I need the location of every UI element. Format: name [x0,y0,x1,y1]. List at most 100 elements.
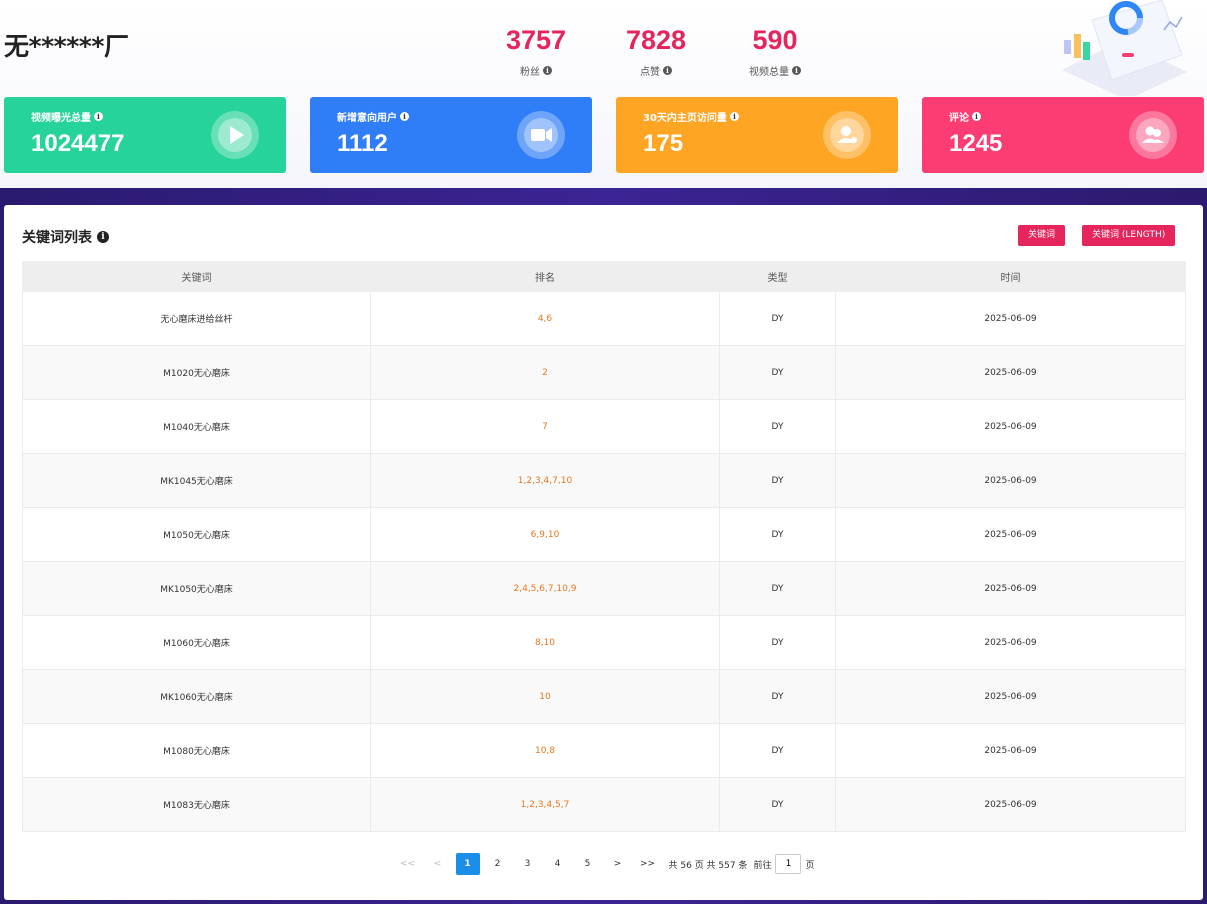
page-button-1[interactable]: 1 [455,853,480,875]
table-row[interactable]: M1040无心磨床 7 DY 2025-06-09 [22,399,1186,454]
card-value: 1024477 [31,130,125,157]
pagination: << < 1 2 3 4 5 > >> 共 56 页 共 557 条 前往 页 [4,853,1203,875]
cell-rank: 7 [370,399,720,454]
cell-keyword: M1083无心磨床 [22,777,371,832]
info-icon[interactable]: i [663,66,672,75]
column-header-type[interactable]: 类型 [719,261,836,292]
table-row[interactable]: MK1060无心磨床 10 DY 2025-06-09 [22,669,1186,724]
cell-keyword: M1040无心磨床 [22,399,371,454]
table-row[interactable]: M1020无心磨床 2 DY 2025-06-09 [22,345,1186,400]
page-button-2[interactable]: 2 [486,853,510,875]
cell-time: 2025-06-09 [835,615,1186,670]
card-label: 视频曝光总量 [31,113,91,124]
cell-time: 2025-06-09 [835,291,1186,346]
table-row[interactable]: M1060无心磨床 8,10 DY 2025-06-09 [22,615,1186,670]
page-button-5[interactable]: 5 [576,853,600,875]
cell-type: DY [719,777,836,832]
info-icon[interactable]: i [97,231,109,243]
page-button-4[interactable]: 4 [546,853,570,875]
panel-title-text: 关键词列表 [22,230,92,246]
cell-type: DY [719,507,836,562]
stat-videos: 590 视频总量 i [725,24,825,78]
cell-rank: 10 [370,669,720,724]
card-comments: 评论 i 1245 [922,97,1204,173]
card-label: 评论 [949,113,969,124]
stat-likes: 7828 点赞 i [606,24,706,78]
info-icon[interactable]: i [792,66,801,75]
user-icon [823,111,871,159]
cell-time: 2025-06-09 [835,723,1186,778]
card-value: 1245 [949,130,1003,157]
table-row[interactable]: M1050无心磨床 6,9,10 DY 2025-06-09 [22,507,1186,562]
card-video-exposure: 视频曝光总量 i 1024477 [4,97,286,173]
page-button-3[interactable]: 3 [516,853,540,875]
cell-rank: 10,8 [370,723,720,778]
info-icon[interactable]: i [972,112,981,121]
card-value: 1112 [337,130,388,157]
page-title: 无******厂 [4,32,129,61]
cell-rank: 1,2,3,4,7,10 [370,453,720,508]
cell-keyword: M1020无心磨床 [22,345,371,400]
cell-time: 2025-06-09 [835,507,1186,562]
card-new-users: 新增意向用户 i 1112 [310,97,592,173]
card-page-visits: 30天内主页访问量 i 175 [616,97,898,173]
next-page-button[interactable]: > [606,853,630,875]
cell-keyword: M1050无心磨床 [22,507,371,562]
cell-rank: 1,2,3,4,5,7 [370,777,720,832]
cell-type: DY [719,615,836,670]
info-icon[interactable]: i [543,66,552,75]
stat-fans-value: 3757 [505,25,567,55]
cell-time: 2025-06-09 [835,453,1186,508]
info-icon[interactable]: i [400,112,409,121]
cell-keyword: M1080无心磨床 [22,723,371,778]
last-page-button[interactable]: >> [636,853,660,875]
first-page-button[interactable]: << [396,853,420,875]
card-label: 30天内主页访问量 [643,113,727,124]
keyword-length-button[interactable]: 关键词 (LENGTH) [1082,225,1176,246]
column-header-keyword[interactable]: 关键词 [22,261,371,292]
stat-likes-value: 7828 [625,25,687,55]
cell-keyword: MK1045无心磨床 [22,453,371,508]
column-header-rank[interactable]: 排名 [370,261,720,292]
cell-keyword: 无心磨床进给丝杆 [22,291,371,346]
card-value: 175 [643,130,684,157]
cell-rank: 8,10 [370,615,720,670]
cell-time: 2025-06-09 [835,777,1186,832]
cell-time: 2025-06-09 [835,561,1186,616]
users-icon [1129,111,1177,159]
prev-page-button[interactable]: < [426,853,450,875]
goto-label: 前往 [753,860,772,871]
cell-rank: 6,9,10 [370,507,720,562]
cell-rank: 2 [370,345,720,400]
pagination-summary: 共 56 页 共 557 条 [668,860,748,871]
table-header-row: 关键词 排名 类型 时间 [22,261,1186,292]
table-row[interactable]: M1083无心磨床 1,2,3,4,5,7 DY 2025-06-09 [22,777,1186,832]
goto-page-input[interactable] [775,854,802,874]
stat-likes-label: 点赞 [640,67,660,78]
cell-type: DY [719,453,836,508]
stat-fans: 3757 粉丝 i [486,24,586,78]
cell-time: 2025-06-09 [835,345,1186,400]
column-header-time[interactable]: 时间 [835,261,1186,292]
cell-keyword: MK1060无心磨床 [22,669,371,724]
cell-rank: 2,4,5,6,7,10,9 [370,561,720,616]
cell-type: DY [719,669,836,724]
info-icon[interactable]: i [729,112,739,121]
cell-type: DY [719,723,836,778]
table-row[interactable]: M1080无心磨床 10,8 DY 2025-06-09 [22,723,1186,778]
table-row[interactable]: MK1045无心磨床 1,2,3,4,7,10 DY 2025-06-09 [22,453,1186,508]
video-camera-icon [517,111,565,159]
cell-type: DY [719,291,836,346]
cell-rank: 4,6 [370,291,720,346]
stat-videos-label: 视频总量 [749,67,789,78]
cell-type: DY [719,399,836,454]
keyword-button[interactable]: 关键词 [1018,225,1066,246]
cell-type: DY [719,345,836,400]
info-icon[interactable]: i [94,112,103,121]
table-row[interactable]: MK1050无心磨床 2,4,5,6,7,10,9 DY 2025-06-09 [22,561,1186,616]
cell-time: 2025-06-09 [835,399,1186,454]
stat-videos-value: 590 [752,25,798,55]
table-row[interactable]: 无心磨床进给丝杆 4,6 DY 2025-06-09 [22,291,1186,346]
dashboard-illustration-icon [1062,0,1187,96]
card-label: 新增意向用户 [337,113,397,124]
